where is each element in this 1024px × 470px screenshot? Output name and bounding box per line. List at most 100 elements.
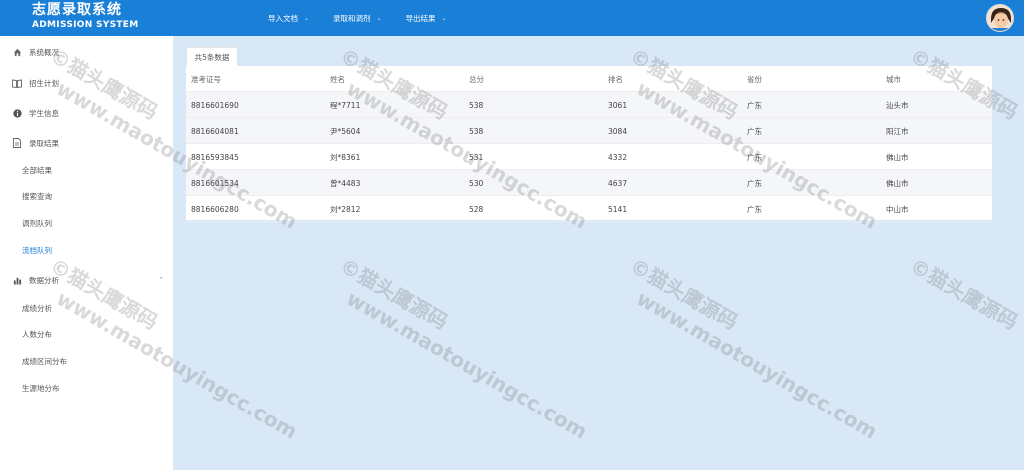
- watermark: ©猫头鹰源码: [906, 250, 1024, 335]
- table-row[interactable]: 8816606280 刘*2812 528 5141 广东 中山市: [186, 196, 992, 222]
- sidebar-subitem-adjust-queue[interactable]: 调剂队列: [0, 211, 174, 235]
- table-cell: 广东: [747, 100, 762, 110]
- sidebar-subitem-score-analysis[interactable]: 成绩分析: [0, 296, 174, 320]
- sidebar-item-results[interactable]: 录取结果: [0, 130, 174, 156]
- table-cell: 广东: [747, 204, 762, 214]
- menu-admission-adjust[interactable]: 录取和调剂 ⌄: [333, 13, 382, 24]
- watermark-line: ©猫头鹰源码: [626, 253, 742, 335]
- app-logo[interactable]: 志愿录取系统 ADMISSION SYSTEM: [32, 3, 139, 30]
- document-icon: [12, 138, 22, 148]
- table-cell: 530: [469, 178, 484, 188]
- sidebar-subitem-count-distribution[interactable]: 人数分布: [0, 322, 174, 346]
- home-icon: [12, 47, 22, 57]
- bar-chart-icon: [12, 275, 22, 285]
- info-icon: [12, 108, 22, 118]
- sidebar-item-students[interactable]: 学生信息: [0, 100, 174, 126]
- table-cell: 538: [469, 126, 484, 136]
- watermark: ©猫头鹰源码 www.maotouyingcc.com: [324, 250, 606, 444]
- table-cell: 3061: [608, 100, 628, 110]
- table-cell: 8816601690: [191, 100, 239, 110]
- column-header[interactable]: 姓名: [330, 66, 345, 92]
- table-cell: 尹*5604: [330, 126, 361, 136]
- table-cell: 刘*8361: [330, 152, 361, 162]
- top-menu: 导入文档 ⌄ 录取和调剂 ⌄ 导出结果 ⌄: [268, 0, 471, 36]
- table-cell: 3084: [608, 126, 628, 136]
- table-cell: 531: [469, 152, 484, 162]
- watermark: ©猫头鹰源码 www.maotouyingcc.com: [614, 250, 896, 444]
- table-header-row: 准考证号 姓名 总分 排名 省份 城市: [186, 66, 992, 92]
- sidebar-subitem-drop-queue[interactable]: 流档队列: [0, 238, 174, 262]
- table-cell: 广东: [747, 126, 762, 136]
- sidebar-item-overview[interactable]: 系统概况: [0, 39, 174, 65]
- table-cell: 528: [469, 204, 484, 214]
- table-cell: 阳江市: [886, 126, 909, 136]
- menu-import-docs-label: 导入文档: [268, 13, 298, 23]
- sidebar-subitem-origin-distribution[interactable]: 生源地分布: [0, 376, 174, 400]
- sidebar-subitem-label: 人数分布: [22, 329, 52, 339]
- table-cell: 5141: [608, 204, 628, 214]
- table-cell: 曾*4483: [330, 178, 361, 188]
- watermark-line: ©猫头鹰源码: [336, 253, 452, 335]
- sidebar-item-label: 招生计划: [29, 78, 59, 88]
- table-cell: 汕头市: [886, 100, 909, 110]
- column-header[interactable]: 总分: [469, 66, 484, 92]
- sidebar-subitem-all-results[interactable]: 全部结果: [0, 158, 174, 182]
- chevron-down-icon: ⌄: [304, 14, 310, 22]
- avatar-icon: [987, 5, 1013, 31]
- chevron-down-icon: ⌄: [376, 14, 382, 22]
- menu-export-results[interactable]: 导出结果 ⌄: [406, 13, 447, 24]
- table-row[interactable]: 8816604081 尹*5604 538 3084 广东 阳江市: [186, 118, 992, 144]
- table-row[interactable]: 8816593845 刘*8361 531 4332 广东 佛山市: [186, 144, 992, 170]
- column-header[interactable]: 省份: [747, 66, 762, 92]
- top-header: 志愿录取系统 ADMISSION SYSTEM 导入文档 ⌄ 录取和调剂 ⌄ 导…: [0, 0, 1024, 36]
- table-cell: 8816606280: [191, 204, 239, 214]
- sidebar-subitem-label: 搜索查询: [22, 191, 52, 201]
- menu-export-results-label: 导出结果: [405, 13, 436, 23]
- table-row[interactable]: 8816601690 程*7711 538 3061 广东 汕头市: [186, 92, 992, 118]
- table-row[interactable]: 8816601534 曾*4483 530 4637 广东 佛山市: [186, 170, 992, 196]
- column-header[interactable]: 排名: [608, 66, 623, 92]
- sidebar-item-analysis[interactable]: 数据分析 ⌃: [0, 267, 174, 293]
- column-header[interactable]: 城市: [886, 66, 901, 92]
- table-cell: 佛山市: [886, 152, 909, 162]
- watermark-line: www.maotouyingcc.com: [342, 286, 592, 444]
- table-cell: 8816604081: [191, 126, 239, 136]
- watermark-line: www.maotouyingcc.com: [632, 286, 882, 444]
- sidebar-item-plan[interactable]: 招生计划: [0, 70, 174, 96]
- table-cell: 4637: [608, 178, 628, 188]
- sidebar-subitem-search[interactable]: 搜索查询: [0, 184, 174, 208]
- menu-admission-adjust-label: 录取和调剂: [333, 13, 371, 23]
- sidebar-subitem-label: 成绩分析: [22, 303, 52, 313]
- chevron-up-icon: ⌃: [158, 276, 164, 284]
- chevron-down-icon: ⌄: [441, 14, 447, 22]
- column-header[interactable]: 准考证号: [191, 66, 221, 92]
- results-table: 准考证号 姓名 总分 排名 省份 城市 8816601690 程*7711 53…: [186, 66, 992, 222]
- sidebar-item-label: 学生信息: [29, 108, 59, 118]
- sidebar-item-label: 数据分析: [29, 275, 59, 285]
- sidebar-subitem-label: 调剂队列: [22, 218, 52, 228]
- user-avatar[interactable]: [986, 4, 1014, 32]
- record-count-tab[interactable]: 共5条数据: [186, 47, 238, 66]
- sidebar-item-label: 系统概况: [29, 47, 59, 57]
- book-icon: [12, 78, 22, 88]
- sidebar-subitem-label: 流档队列: [22, 245, 52, 255]
- table-cell: 佛山市: [886, 178, 909, 188]
- table-cell: 广东: [747, 178, 762, 188]
- table-cell: 538: [469, 100, 484, 110]
- table-cell: 广东: [747, 152, 762, 162]
- watermark-line: ©猫头鹰源码: [906, 253, 1022, 335]
- table-cell: 4332: [608, 152, 628, 162]
- table-cell: 刘*2812: [330, 204, 361, 214]
- sidebar: 系统概况 招生计划 学生信息 录取结果 全部结果 搜索查询 调剂队列 流档队列 …: [0, 36, 174, 470]
- sidebar-subitem-score-range[interactable]: 成绩区间分布: [0, 349, 174, 373]
- sidebar-subitem-label: 生源地分布: [22, 383, 60, 393]
- sidebar-subitem-label: 全部结果: [22, 165, 52, 175]
- sidebar-item-label: 录取结果: [29, 138, 59, 148]
- table-cell: 程*7711: [330, 100, 361, 110]
- record-count-label: 共5条数据: [194, 52, 230, 62]
- table-cell: 8816593845: [191, 152, 239, 162]
- app-subtitle: ADMISSION SYSTEM: [32, 20, 139, 30]
- sidebar-subitem-label: 成绩区间分布: [22, 356, 67, 366]
- table-cell: 中山市: [886, 204, 909, 214]
- menu-import-docs[interactable]: 导入文档 ⌄: [268, 13, 309, 24]
